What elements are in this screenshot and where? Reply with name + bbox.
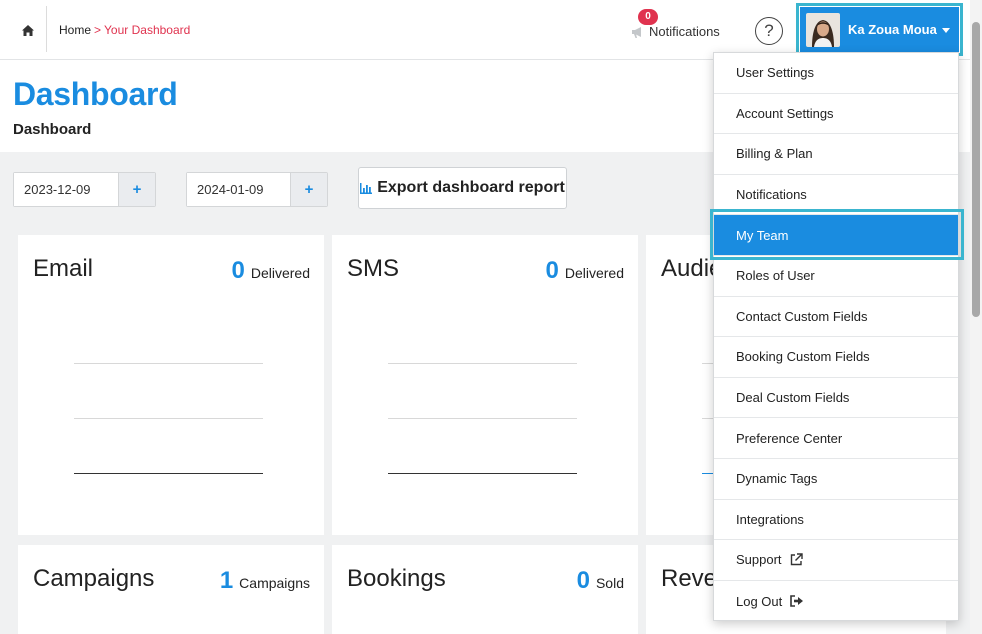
card-title: Reve	[661, 565, 718, 592]
menu-item-integrations[interactable]: Integrations	[714, 500, 958, 541]
email-card: Email 0 Delivered	[18, 235, 324, 535]
scrollbar-thumb[interactable]	[972, 22, 980, 317]
menu-item-label: Deal Custom Fields	[736, 390, 850, 406]
menu-item-label: User Settings	[736, 65, 815, 81]
help-icon: ?	[764, 21, 774, 40]
menu-item-user-settings[interactable]: User Settings	[714, 53, 958, 94]
page-subtitle: Dashboard	[13, 121, 92, 138]
menu-item-label: Roles of User	[736, 268, 815, 284]
card-stat: 0 Sold	[577, 567, 624, 595]
menu-item-label: My Team	[736, 227, 789, 243]
card-count: 0	[231, 257, 245, 284]
end-date-add-button[interactable]: +	[290, 173, 327, 206]
menu-item-preference-center[interactable]: Preference Center	[714, 418, 958, 459]
card-count: 0	[576, 567, 590, 594]
menu-item-log-out[interactable]: Log Out	[714, 581, 958, 622]
bookings-card: Bookings 0 Sold	[332, 545, 638, 634]
card-title: Campaigns	[33, 565, 155, 592]
notifications-label: Notifications	[649, 23, 720, 39]
user-name: Ka Zoua Moua	[848, 22, 937, 37]
end-date-input[interactable]	[187, 173, 290, 206]
card-stat: 0 Delivered	[232, 257, 311, 285]
card-title: Email	[33, 255, 94, 282]
breadcrumb-separator: >	[94, 23, 102, 37]
chart-baseline	[388, 473, 577, 474]
card-stat: 0 Delivered	[546, 257, 625, 285]
card-stat: 1 Campaigns	[220, 567, 310, 595]
menu-item-roles-of-user[interactable]: Roles of User	[714, 256, 958, 297]
user-menu-button[interactable]: Ka Zoua Moua	[800, 7, 959, 52]
menu-item-label: Log Out	[736, 593, 783, 609]
menu-item-label: Booking Custom Fields	[736, 349, 870, 365]
help-button[interactable]: ?	[755, 17, 783, 45]
chart-gridline	[388, 363, 577, 364]
plus-icon: +	[304, 181, 314, 198]
menu-item-label: Support	[736, 552, 782, 568]
chart-gridline	[74, 418, 263, 419]
menu-item-account-settings[interactable]: Account Settings	[714, 94, 958, 135]
top-bar-divider	[46, 6, 47, 52]
menu-item-label: Integrations	[736, 511, 804, 527]
chart-baseline	[74, 473, 263, 474]
breadcrumb-current: Your Dashboard	[104, 23, 191, 37]
campaigns-card: Campaigns 1 Campaigns	[18, 545, 324, 634]
menu-item-deal-custom-fields[interactable]: Deal Custom Fields	[714, 378, 958, 419]
home-button[interactable]	[14, 16, 42, 44]
page-title: Dashboard	[13, 76, 178, 112]
menu-item-dynamic-tags[interactable]: Dynamic Tags	[714, 459, 958, 500]
card-title: SMS	[347, 255, 400, 282]
breadcrumb: Home > Your Dashboard	[59, 23, 190, 37]
bar-chart-icon	[360, 182, 373, 194]
menu-item-support[interactable]: Support	[714, 540, 958, 581]
menu-item-booking-custom-fields[interactable]: Booking Custom Fields	[714, 337, 958, 378]
menu-item-label: Contact Custom Fields	[736, 308, 868, 324]
breadcrumb-home-link[interactable]: Home	[59, 23, 91, 37]
menu-item-label: Preference Center	[736, 430, 843, 446]
menu-item-notifications[interactable]: Notifications	[714, 175, 958, 216]
chart-gridline	[74, 363, 263, 364]
card-unit: Campaigns	[239, 575, 310, 591]
home-icon	[22, 24, 34, 36]
plus-icon: +	[132, 181, 142, 198]
export-dashboard-report-button[interactable]: Export dashboard report	[358, 167, 567, 209]
megaphone-icon	[632, 27, 641, 38]
user-dropdown-menu: User Settings Account Settings Billing &…	[713, 52, 959, 621]
logout-icon	[790, 595, 804, 607]
sms-card: SMS 0 Delivered	[332, 235, 638, 535]
chart-gridline	[388, 418, 577, 419]
start-date-input[interactable]	[14, 173, 118, 206]
export-label: Export dashboard report	[377, 179, 565, 196]
start-date-add-button[interactable]: +	[118, 173, 155, 206]
notifications-count-badge: 0	[638, 9, 658, 25]
menu-item-contact-custom-fields[interactable]: Contact Custom Fields	[714, 297, 958, 338]
menu-item-label: Dynamic Tags	[736, 471, 818, 487]
menu-item-label: Billing & Plan	[736, 146, 813, 162]
start-date-picker: +	[13, 172, 156, 207]
card-count: 0	[545, 257, 559, 284]
end-date-picker: +	[186, 172, 328, 207]
card-unit: Delivered	[564, 265, 624, 281]
card-unit: Sold	[595, 575, 624, 591]
caret-down-icon	[942, 28, 950, 33]
menu-item-label: Notifications	[736, 187, 807, 203]
menu-item-billing-plan[interactable]: Billing & Plan	[714, 134, 958, 175]
menu-item-my-team[interactable]: My Team	[714, 215, 958, 256]
external-link-icon	[790, 553, 803, 566]
card-unit: Delivered	[250, 265, 310, 281]
card-count: 1	[219, 567, 234, 594]
notifications-button[interactable]: Notifications 0	[630, 9, 720, 50]
menu-item-label: Account Settings	[736, 105, 834, 121]
avatar	[806, 12, 840, 47]
card-title: Bookings	[347, 565, 446, 592]
